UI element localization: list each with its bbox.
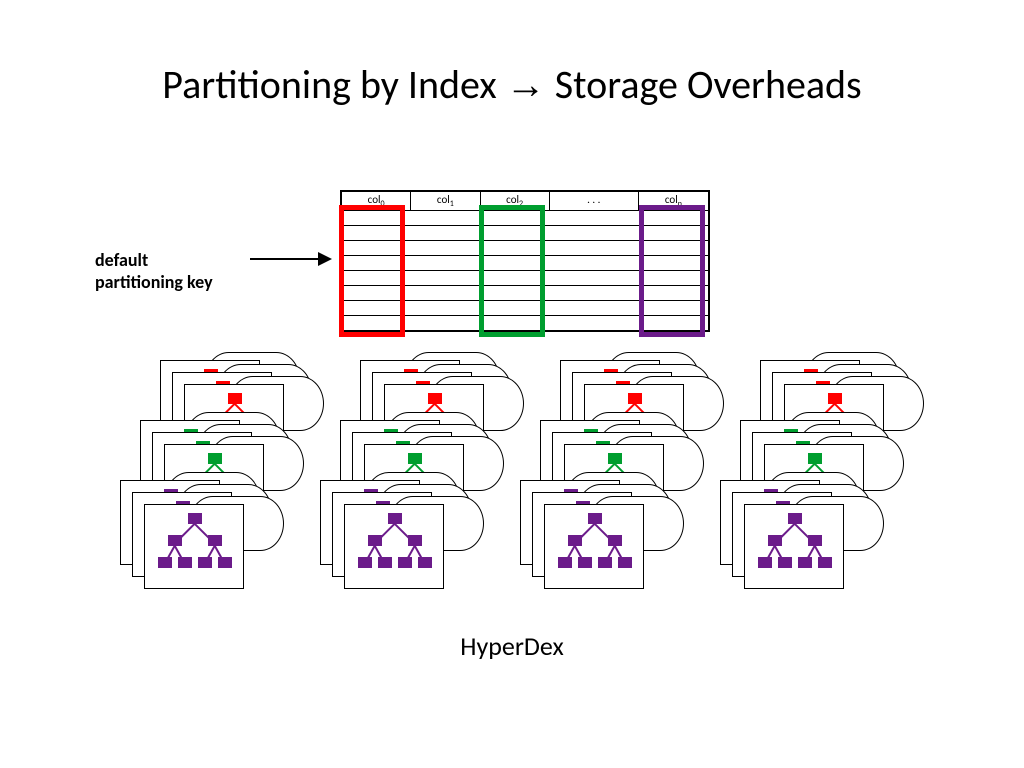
btree-icon [355, 513, 435, 583]
page-icon [544, 504, 644, 589]
system-caption: HyperDex [0, 630, 1024, 662]
page-icon [744, 504, 844, 589]
page-icon [144, 504, 244, 589]
node-group [520, 360, 720, 620]
arrow-right-icon: → [506, 63, 546, 107]
arrow-pointer [250, 258, 330, 260]
title-right: Storage Overheads [555, 60, 862, 109]
btree-icon [755, 513, 835, 583]
slide-title: Partitioning by Index → Storage Overhead… [0, 60, 1024, 109]
default-partition-label: default partitioning key [95, 250, 213, 293]
node-group [320, 360, 520, 620]
table-col-header: . . . [550, 192, 639, 210]
btree-icon [555, 513, 635, 583]
title-left: Partitioning by Index [162, 60, 496, 109]
page-icon [344, 504, 444, 589]
storage-node-groups [120, 360, 920, 620]
highlight-col0-red [339, 205, 405, 337]
btree-icon [155, 513, 235, 583]
node-group [120, 360, 320, 620]
table-col-header: col1 [411, 192, 480, 210]
node-group [720, 360, 920, 620]
highlight-coln-purple [639, 205, 705, 337]
highlight-col2-green [479, 205, 545, 337]
